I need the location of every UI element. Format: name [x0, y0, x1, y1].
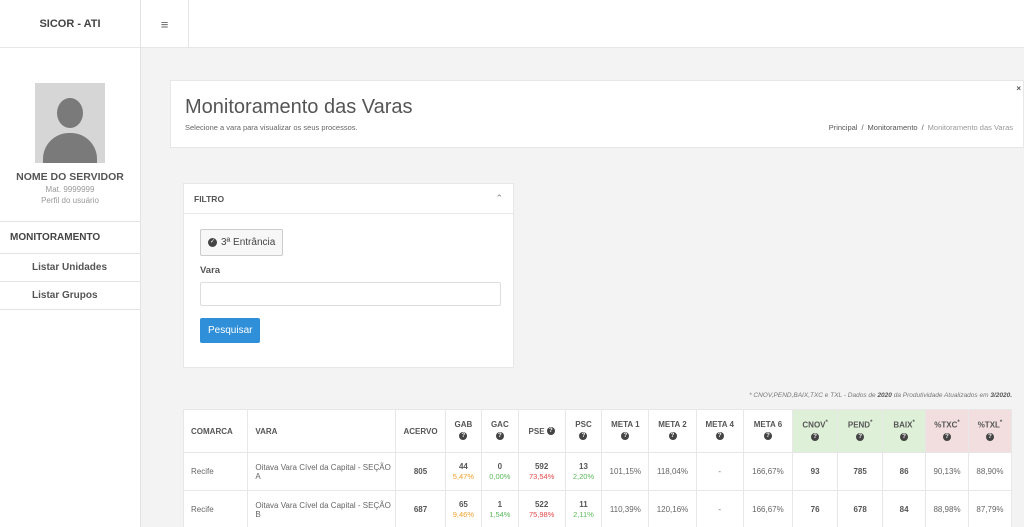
help-icon[interactable]: ? — [668, 431, 677, 440]
cell-meta2: 118,04% — [648, 452, 697, 491]
cell-pse: 592 73,54% — [517, 452, 566, 491]
data-note: * CNOV,PEND,BAIX,TXC e TXL - Dados de 20… — [749, 392, 1012, 399]
cell-meta1: 110,39% — [601, 490, 650, 527]
entrancia-button[interactable]: ✓ 3ª Entrância — [200, 229, 284, 256]
cell-gac: 0 0,00% — [481, 452, 519, 491]
vara-label: Vara — [200, 265, 221, 276]
cell-baix: 84 — [882, 490, 927, 527]
sidebar-section-monitoramento[interactable]: MONITORAMENTO — [0, 222, 140, 254]
user-profile: NOME DO SERVIDOR Mat. 9999999 Perfil do … — [0, 48, 140, 205]
help-icon[interactable]: ? — [715, 431, 724, 440]
close-icon[interactable]: × — [1016, 84, 1021, 93]
help-icon[interactable]: ? — [943, 432, 951, 441]
profile-role: Perfil do usuário — [41, 196, 99, 205]
page-subtitle: Selecione a vara para visualizar os seus… — [185, 123, 358, 132]
breadcrumb-principal[interactable]: Principal — [829, 123, 858, 132]
sidebar-menu: MONITORAMENTO Listar Unidades Listar Gru… — [0, 221, 140, 310]
cell-txc: 88,98% — [925, 490, 969, 527]
col-txl[interactable]: %TXL*? — [967, 409, 1013, 453]
cell-vara[interactable]: Oitava Vara Cível da Capital - SEÇÃO A — [247, 452, 397, 491]
cell-acervo: 805 — [395, 452, 446, 491]
breadcrumb-current: Monitoramento das Varas — [927, 123, 1013, 132]
help-icon[interactable]: ? — [763, 431, 772, 440]
col-pse[interactable]: PSE ? — [517, 409, 566, 453]
table-row[interactable]: Recife Oitava Vara Cível da Capital - SE… — [182, 490, 1013, 527]
help-icon[interactable]: ? — [985, 432, 994, 441]
col-meta1[interactable]: META 1? — [601, 409, 650, 453]
col-baix[interactable]: BAIX*? — [882, 409, 927, 453]
cell-psc: 11 2,11% — [564, 490, 603, 527]
entrancia-label: 3ª Entrância — [221, 237, 276, 248]
help-icon[interactable]: ? — [459, 431, 468, 440]
brand-logo[interactable]: SICOR - ATI — [0, 0, 140, 48]
cell-meta6: 166,67% — [742, 490, 794, 527]
help-icon[interactable]: ? — [856, 432, 865, 441]
cell-txc: 90,13% — [925, 452, 969, 491]
cell-comarca: Recife — [182, 490, 249, 527]
chevron-up-icon[interactable]: ⌃ — [495, 193, 503, 204]
col-cnov[interactable]: CNOV*? — [792, 409, 839, 453]
col-acervo[interactable]: ACERVO — [395, 409, 446, 453]
cell-cnov: 93 — [792, 452, 839, 491]
help-icon[interactable]: ? — [621, 431, 630, 440]
col-gac[interactable]: GAC? — [481, 409, 519, 453]
varas-table: COMARCA VARA ACERVO GAB? GAC? PSE ? PSC?… — [182, 409, 1013, 527]
page-title: Monitoramento das Varas — [185, 96, 413, 118]
breadcrumb: Principal / Monitoramento / Monitoramento da… — [828, 123, 1013, 132]
cell-cnov: 76 — [792, 490, 839, 527]
cell-acervo: 687 — [395, 490, 446, 527]
cell-meta4: - — [695, 490, 744, 527]
cell-pend: 785 — [837, 452, 884, 491]
avatar — [35, 83, 105, 163]
col-meta4[interactable]: META 4? — [695, 409, 744, 453]
cell-psc: 13 2,20% — [564, 452, 603, 491]
table-row[interactable]: Recife Oitava Vara Cível da Capital - SE… — [182, 452, 1013, 491]
cell-meta1: 101,15% — [601, 452, 650, 491]
help-icon[interactable]: ? — [900, 432, 909, 441]
col-meta6[interactable]: META 6? — [742, 409, 794, 453]
filter-title: FILTRO — [194, 193, 225, 204]
cell-txl: 88,90% — [967, 452, 1013, 491]
help-icon[interactable]: ? — [546, 427, 555, 436]
sidebar: SICOR - ATI NOME DO SERVIDOR Mat. 999999… — [0, 0, 141, 527]
col-vara[interactable]: VARA — [247, 409, 397, 453]
cell-meta6: 166,67% — [742, 452, 794, 491]
col-psc[interactable]: PSC? — [564, 409, 603, 453]
col-pend[interactable]: PEND*? — [837, 409, 884, 453]
sidebar-item-listar-grupos[interactable]: Listar Grupos — [0, 282, 140, 310]
help-icon[interactable]: ? — [579, 431, 588, 440]
col-comarca[interactable]: COMARCA — [182, 409, 249, 453]
col-meta2[interactable]: META 2? — [648, 409, 697, 453]
cell-pend: 678 — [837, 490, 884, 527]
cell-gab: 65 9,46% — [444, 490, 483, 527]
cell-gac: 1 1,54% — [481, 490, 519, 527]
page-header: Monitoramento das Varas Selecione a vara… — [170, 80, 1024, 148]
cell-txl: 87,79% — [967, 490, 1013, 527]
breadcrumb-monitoramento[interactable]: Monitoramento — [868, 123, 918, 132]
filter-panel: FILTRO ⌃ ✓ 3ª Entrância Vara Pesquisar — [183, 183, 514, 368]
cell-vara[interactable]: Oitava Vara Cível da Capital - SEÇÃO B — [247, 490, 397, 527]
cell-meta2: 120,16% — [648, 490, 697, 527]
filter-header[interactable]: FILTRO ⌃ — [184, 184, 513, 214]
profile-registration: Mat. 9999999 — [45, 185, 95, 194]
col-gab[interactable]: GAB? — [444, 409, 483, 453]
search-button[interactable]: Pesquisar — [200, 318, 261, 343]
topbar: ≡ — [141, 0, 1024, 48]
hamburger-menu-icon[interactable]: ≡ — [141, 0, 189, 48]
table-header-row: COMARCA VARA ACERVO GAB? GAC? PSE ? PSC?… — [182, 409, 1013, 453]
sidebar-item-listar-unidades[interactable]: Listar Unidades — [0, 254, 140, 282]
cell-pse: 522 75,98% — [517, 490, 566, 527]
cell-baix: 86 — [882, 452, 927, 491]
help-icon[interactable]: ? — [495, 431, 504, 440]
check-circle-icon: ✓ — [208, 238, 217, 247]
col-txc[interactable]: %TXC*? — [925, 409, 969, 453]
profile-name: NOME DO SERVIDOR — [16, 171, 124, 183]
cell-comarca: Recife — [182, 452, 249, 491]
vara-input[interactable] — [200, 282, 501, 306]
cell-gab: 44 5,47% — [444, 452, 483, 491]
cell-meta4: - — [695, 452, 744, 491]
help-icon[interactable]: ? — [811, 432, 820, 441]
